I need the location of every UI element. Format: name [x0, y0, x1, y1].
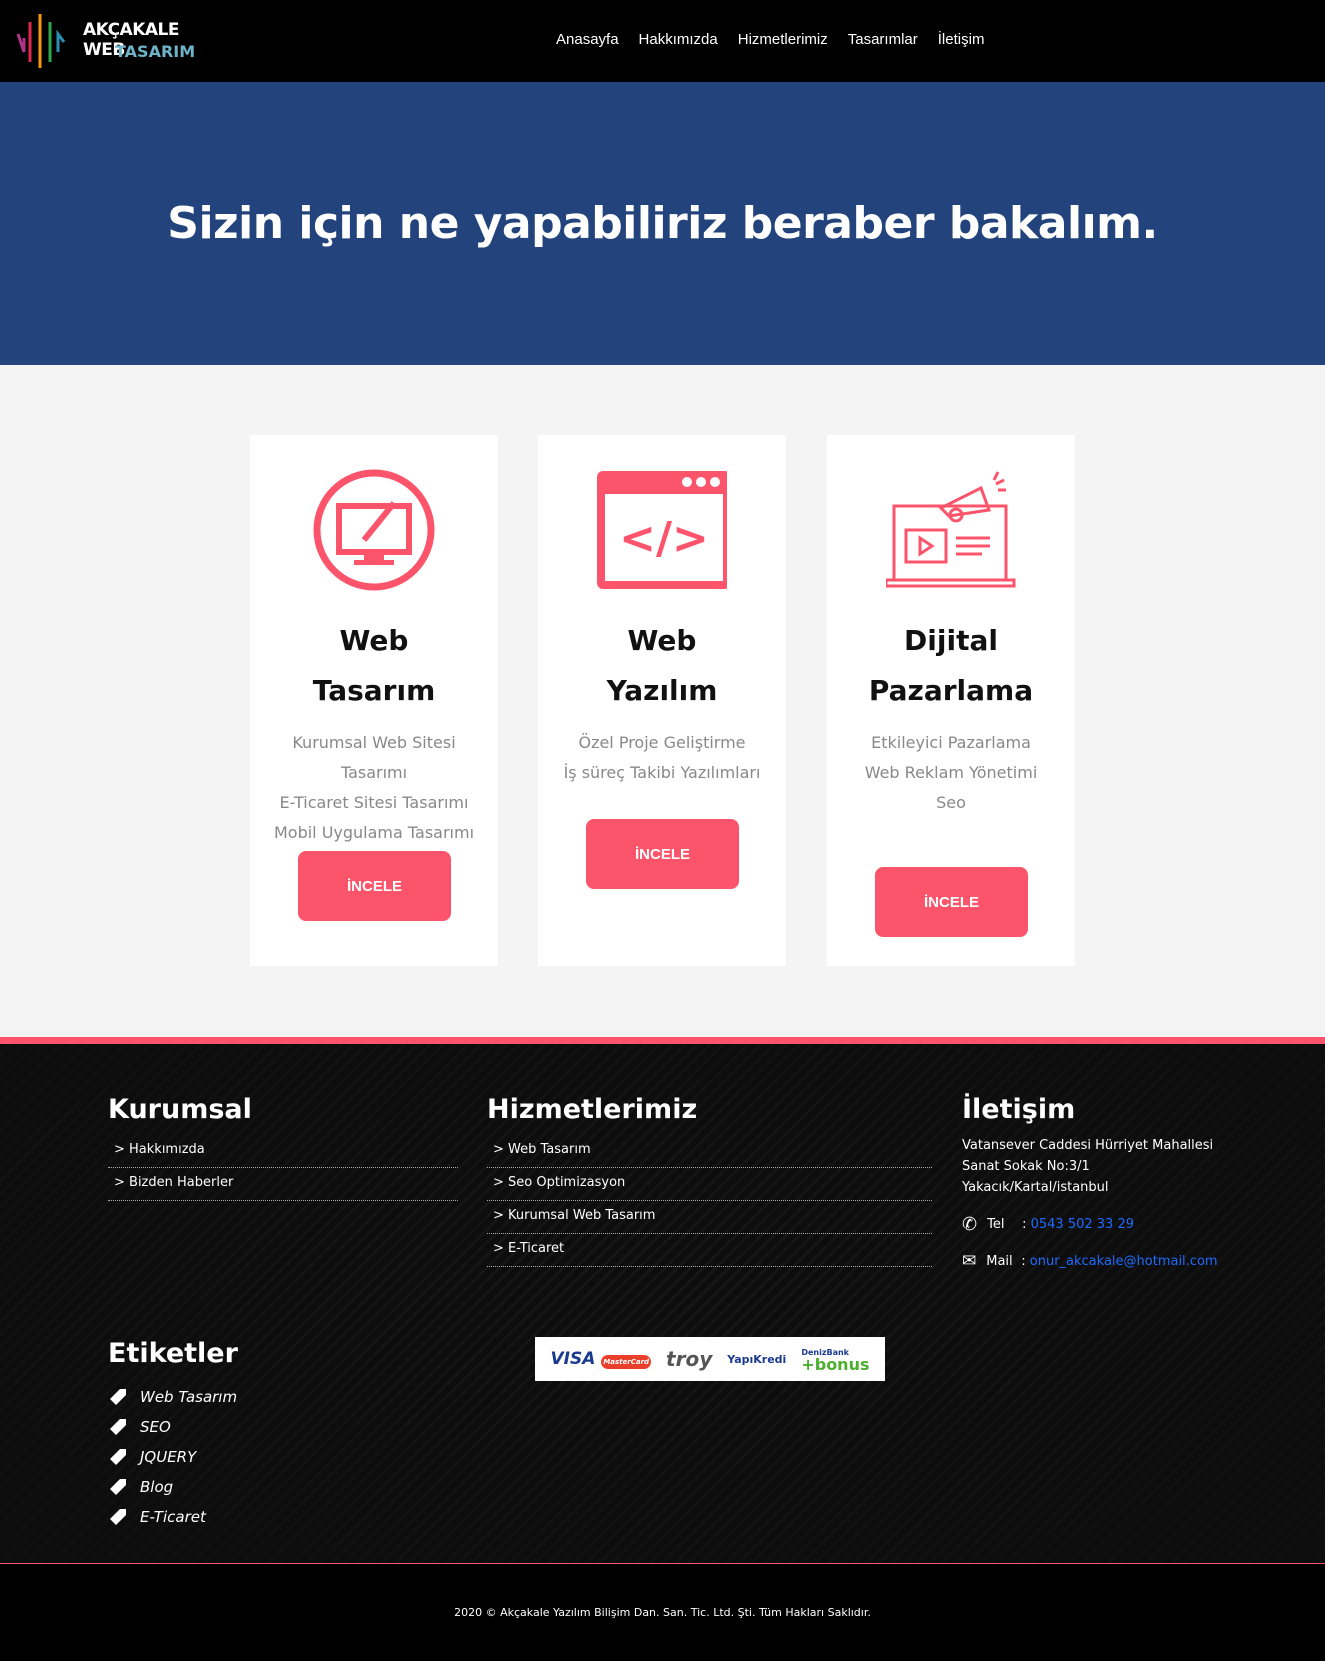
monitor-brush-icon — [313, 469, 435, 591]
incele-button[interactable]: İNCELE — [298, 851, 451, 921]
hero: Sizin için ne yapabiliriz beraber bakalı… — [0, 82, 1325, 365]
footer-kurumsal-title: Kurumsal — [108, 1094, 252, 1125]
megaphone-laptop-icon — [884, 471, 1016, 588]
tag-list: Web Tasarım SEO JQUERY Blog E-Ticaret — [108, 1382, 237, 1532]
yapikredi-logo: YapıKredi — [727, 1352, 787, 1366]
phone-icon: ✆ — [962, 1214, 978, 1235]
card-desc: Özel Proje Geliştirme İş süreç Takibi Yaz… — [563, 733, 761, 782]
footer-link[interactable]: > E-Ticaret — [487, 1234, 932, 1267]
footer-link[interactable]: > Hakkımızda — [108, 1135, 458, 1168]
nav-hizmetlerimiz[interactable]: Hizmetlerimiz — [738, 31, 828, 48]
mail-icon: ✉ — [962, 1251, 977, 1271]
svg-text:</>: </> — [619, 513, 709, 564]
bonus-logo: DenizBank +bonus — [801, 1348, 870, 1374]
mail-link[interactable]: onur_akcakale@hotmail.com — [1030, 1254, 1218, 1269]
logo-subtext: TASARIM — [115, 42, 196, 61]
tag-item[interactable]: Blog — [108, 1472, 237, 1502]
nav-hakkimizda[interactable]: Hakkımızda — [639, 31, 718, 48]
tag-icon — [110, 1419, 126, 1435]
service-card-web-tasarim: Web Tasarım Kurumsal Web Sitesi Tasarımı… — [250, 435, 498, 966]
tag-icon — [110, 1389, 126, 1405]
address: Vatansever Caddesi Hürriyet Mahallesi San… — [962, 1138, 1214, 1195]
kurumsal-links: > Hakkımızda > Bizden Haberler — [108, 1135, 458, 1201]
service-card-web-yazilim: </> Web Yazılım Özel Proje Geliştirme İş … — [538, 435, 786, 966]
tag-icon — [110, 1509, 126, 1525]
tag-item[interactable]: JQUERY — [108, 1442, 237, 1472]
logo[interactable]: AKÇAKALE WEB TASARIM — [16, 12, 226, 70]
footer-etiketler-title: Etiketler — [108, 1338, 238, 1369]
tag-item[interactable]: E-Ticaret — [108, 1502, 237, 1532]
copyright: 2020 © Akçakale Yazılım Bilişim Dan. San… — [454, 1606, 871, 1619]
card-desc: Etkileyici Pazarlama Web Reklam Yönetimi S… — [864, 733, 1038, 812]
card-title: Web Yazılım — [606, 624, 718, 707]
hizmetler-links: > Web Tasarım > Seo Optimizasyon > Kurum… — [487, 1135, 932, 1267]
code-window-icon: </> — [597, 471, 731, 589]
footer-link[interactable]: > Bizden Haberler — [108, 1168, 458, 1201]
incele-button[interactable]: İNCELE — [586, 819, 739, 889]
incele-button[interactable]: İNCELE — [875, 867, 1028, 937]
nav-tasarimlar[interactable]: Tasarımlar — [848, 31, 918, 48]
tel-row: ✆ Tel : 0543 502 33 29 — [962, 1214, 1134, 1235]
footer-hizmetler-title: Hizmetlerimiz — [487, 1094, 698, 1125]
logo-bars-icon — [16, 14, 66, 68]
footer-link[interactable]: > Kurumsal Web Tasarım — [487, 1201, 932, 1234]
header: AKÇAKALE WEB TASARIM Anasayfa Hakkımızda… — [0, 0, 1325, 82]
footer-iletisim-title: İletişim — [962, 1094, 1076, 1125]
card-title: Web Tasarım — [312, 624, 436, 707]
tag-icon — [110, 1449, 126, 1465]
copyright-bar: 2020 © Akçakale Yazılım Bilişim Dan. San… — [0, 1563, 1325, 1661]
footer-divider — [0, 1037, 1325, 1044]
payment-logos: VISA MasterCard troy YapıKredi DenizBank… — [535, 1337, 885, 1381]
mastercard-logo: MasterCard — [601, 1355, 652, 1369]
tag-item[interactable]: SEO — [108, 1412, 237, 1442]
tag-icon — [110, 1479, 126, 1495]
service-card-dijital-pazarlama: Dijital Pazarlama Etkileyici Pazarlama We… — [827, 435, 1075, 966]
footer-link[interactable]: > Seo Optimizasyon — [487, 1168, 932, 1201]
mail-row: ✉ Mail : onur_akcakale@hotmail.com — [962, 1251, 1218, 1271]
main-nav: Anasayfa Hakkımızda Hizmetlerimiz Tasarı… — [556, 31, 984, 48]
visa-logo: VISA MasterCard — [550, 1349, 652, 1369]
card-title: Dijital Pazarlama — [868, 624, 1034, 707]
nav-anasayfa[interactable]: Anasayfa — [556, 31, 619, 48]
hero-title: Sizin için ne yapabiliriz beraber bakalı… — [167, 198, 1158, 249]
card-desc: Kurumsal Web Sitesi Tasarımı E-Ticaret Si… — [273, 733, 475, 842]
nav-iletisim[interactable]: İletişim — [938, 31, 985, 48]
tag-item[interactable]: Web Tasarım — [108, 1382, 237, 1412]
tel-link[interactable]: 0543 502 33 29 — [1031, 1217, 1134, 1232]
footer-link[interactable]: > Web Tasarım — [487, 1135, 932, 1168]
troy-logo: troy — [666, 1347, 713, 1371]
